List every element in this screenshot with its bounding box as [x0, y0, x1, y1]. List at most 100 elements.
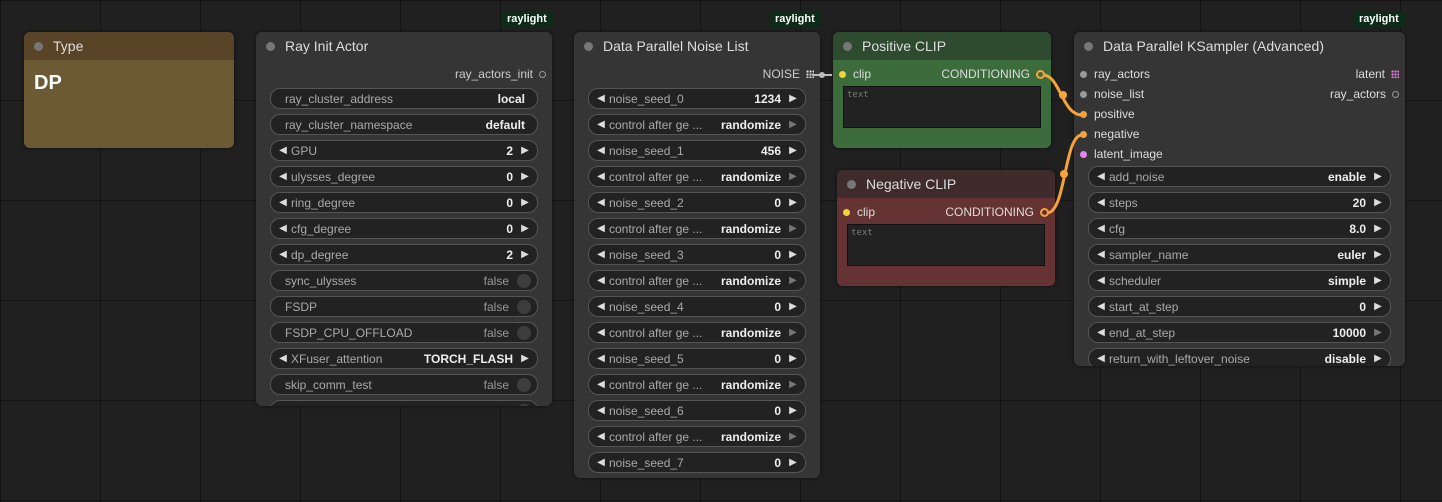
toggle-switch-icon[interactable]: [517, 325, 531, 340]
widget-value[interactable]: randomize: [721, 274, 781, 288]
output-socket-icon[interactable]: [1392, 90, 1399, 98]
gpu-widget[interactable]: ◀ GPU 2 ▶: [270, 140, 538, 161]
decrement-arrow-icon[interactable]: ◀: [1095, 249, 1107, 260]
increment-arrow-icon[interactable]: ▶: [787, 93, 799, 104]
widget-value[interactable]: false: [484, 378, 509, 392]
widget-value[interactable]: 2: [506, 248, 513, 262]
input-negative[interactable]: negative: [1074, 124, 1405, 144]
widget-value[interactable]: simple: [1328, 274, 1366, 288]
increment-arrow-icon[interactable]: ▶: [787, 327, 799, 338]
input-socket-icon[interactable]: [843, 208, 850, 216]
widget-value[interactable]: 0: [1359, 300, 1366, 314]
decrement-arrow-icon[interactable]: ◀: [277, 197, 289, 208]
toggle-switch-icon[interactable]: [517, 273, 531, 288]
decrement-arrow-icon[interactable]: ◀: [595, 223, 607, 234]
control-after-ge-widget[interactable]: ◀ control after ge ... randomize ▶: [588, 166, 806, 187]
cfg-widget[interactable]: ◀ cfg 8.0 ▶: [1088, 218, 1391, 239]
cfg-degree-widget[interactable]: ◀ cfg_degree 0 ▶: [270, 218, 538, 239]
node-header[interactable]: Positive CLIP: [833, 32, 1051, 60]
node-header[interactable]: Ray Init Actor: [256, 32, 552, 60]
decrement-arrow-icon[interactable]: ◀: [595, 197, 607, 208]
ulysses-degree-widget[interactable]: ◀ ulysses_degree 0 ▶: [270, 166, 538, 187]
input-positive[interactable]: positive: [1074, 104, 1405, 124]
input-socket-icon[interactable]: [1080, 70, 1087, 78]
increment-arrow-icon[interactable]: ▶: [787, 197, 799, 208]
noise-seed-6-widget[interactable]: ◀ noise_seed_6 0 ▶: [588, 400, 806, 421]
widget-value[interactable]: 2: [506, 144, 513, 158]
widget-value[interactable]: euler: [1337, 248, 1366, 262]
widget-value[interactable]: false: [484, 300, 509, 314]
decrement-arrow-icon[interactable]: ◀: [595, 93, 607, 104]
decrement-arrow-icon[interactable]: ◀: [1095, 223, 1107, 234]
noise-seed-7-widget[interactable]: ◀ noise_seed_7 0 ▶: [588, 452, 806, 473]
increment-arrow-icon[interactable]: ▶: [787, 457, 799, 468]
noise-seed-2-widget[interactable]: ◀ noise_seed_2 0 ▶: [588, 192, 806, 213]
increment-arrow-icon[interactable]: ▶: [1372, 353, 1384, 364]
output-conditioning[interactable]: CONDITIONING: [945, 205, 1055, 219]
decrement-arrow-icon[interactable]: ◀: [1095, 301, 1107, 312]
node-header[interactable]: Data Parallel Noise List: [574, 32, 820, 60]
input-latent-image[interactable]: latent_image: [1074, 144, 1405, 164]
increment-arrow-icon[interactable]: ▶: [1372, 223, 1384, 234]
skip-comm-test-widget[interactable]: skip_comm_test false: [270, 374, 538, 395]
wire-midpoint[interactable]: [1059, 91, 1067, 99]
decrement-arrow-icon[interactable]: ◀: [277, 353, 289, 364]
toggle-switch-icon[interactable]: [517, 403, 531, 406]
increment-arrow-icon[interactable]: ▶: [519, 353, 531, 364]
decrement-arrow-icon[interactable]: ◀: [1095, 171, 1107, 182]
increment-arrow-icon[interactable]: ▶: [787, 223, 799, 234]
control-after-ge-widget[interactable]: ◀ control after ge ... randomize ▶: [588, 114, 806, 135]
widget-value[interactable]: randomize: [721, 326, 781, 340]
input-socket-icon[interactable]: [1080, 110, 1087, 118]
decrement-arrow-icon[interactable]: ◀: [277, 223, 289, 234]
input-socket-icon[interactable]: [1080, 130, 1087, 138]
increment-arrow-icon[interactable]: ▶: [519, 223, 531, 234]
output-socket-icon[interactable]: [1040, 207, 1049, 217]
noise-seed-3-widget[interactable]: ◀ noise_seed_3 0 ▶: [588, 244, 806, 265]
increment-arrow-icon[interactable]: ▶: [787, 249, 799, 260]
widget-value[interactable]: false: [484, 326, 509, 340]
widget-value[interactable]: randomize: [721, 222, 781, 236]
output-socket-icon[interactable]: [1036, 69, 1045, 79]
type-value[interactable]: DP: [24, 60, 234, 107]
collapse-dot-icon[interactable]: [266, 41, 275, 51]
input-socket-icon[interactable]: [1080, 150, 1087, 158]
noise-seed-4-widget[interactable]: ◀ noise_seed_4 0 ▶: [588, 296, 806, 317]
widget-value[interactable]: 0: [774, 404, 781, 418]
positive-clip-node[interactable]: Positive CLIP clip CONDITIONING text: [833, 32, 1051, 148]
input-clip[interactable]: clip: [833, 67, 871, 81]
increment-arrow-icon[interactable]: ▶: [787, 405, 799, 416]
fsdp-cpu-offload-widget[interactable]: FSDP_CPU_OFFLOAD false: [270, 322, 538, 343]
control-after-ge-widget[interactable]: ◀ control after ge ... randomize ▶: [588, 374, 806, 395]
increment-arrow-icon[interactable]: ▶: [1372, 197, 1384, 208]
decrement-arrow-icon[interactable]: ◀: [595, 249, 607, 260]
widget-value[interactable]: 1234: [754, 92, 781, 106]
prompt-textarea[interactable]: text: [843, 86, 1041, 128]
input-socket-icon[interactable]: [1080, 90, 1087, 98]
widget-value[interactable]: 0: [774, 456, 781, 470]
increment-arrow-icon[interactable]: ▶: [787, 301, 799, 312]
decrement-arrow-icon[interactable]: ◀: [1095, 353, 1107, 364]
input-socket-icon[interactable]: [839, 70, 846, 78]
sampler-name-widget[interactable]: ◀ sampler_name euler ▶: [1088, 244, 1391, 265]
widget-value[interactable]: 0: [506, 170, 513, 184]
increment-arrow-icon[interactable]: ▶: [787, 145, 799, 156]
decrement-arrow-icon[interactable]: ◀: [595, 405, 607, 416]
widget-value[interactable]: randomize: [721, 378, 781, 392]
node-header[interactable]: Data Parallel KSampler (Advanced): [1074, 32, 1405, 60]
decrement-arrow-icon[interactable]: ◀: [1095, 275, 1107, 286]
output-conditioning[interactable]: CONDITIONING: [941, 67, 1051, 81]
noise-list-node[interactable]: Data Parallel Noise List NOISE ◀ noise_se…: [574, 32, 820, 478]
increment-arrow-icon[interactable]: ▶: [787, 119, 799, 130]
collapse-dot-icon[interactable]: [1084, 41, 1093, 51]
decrement-arrow-icon[interactable]: ◀: [595, 431, 607, 442]
output-ray-actors[interactable]: ray_actors: [1330, 87, 1405, 101]
widget-value[interactable]: local: [498, 92, 525, 106]
decrement-arrow-icon[interactable]: ◀: [277, 249, 289, 260]
widget-value[interactable]: 456: [761, 144, 781, 158]
widget-value[interactable]: 0: [506, 222, 513, 236]
increment-arrow-icon[interactable]: ▶: [1372, 275, 1384, 286]
decrement-arrow-icon[interactable]: ◀: [595, 353, 607, 364]
widget-value[interactable]: randomize: [721, 118, 781, 132]
xfuser-attention-widget[interactable]: ◀ XFuser_attention TORCH_FLASH ▶: [270, 348, 538, 369]
